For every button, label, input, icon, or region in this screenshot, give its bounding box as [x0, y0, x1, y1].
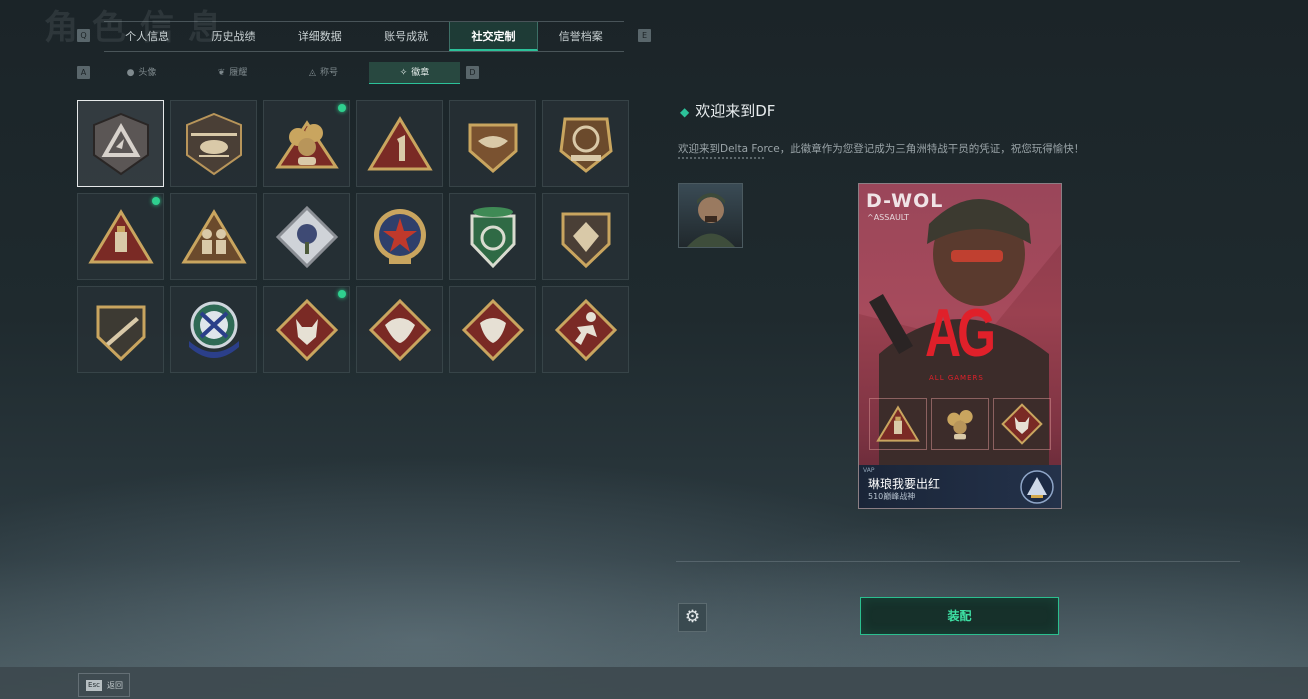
badge-cell-dragon-diamond-2[interactable]	[449, 286, 536, 373]
operator-showcase-card: D-WOL ^ASSAULT AG ALL GAMERS VAP 琳琅我要出红 …	[858, 183, 1062, 509]
gear-icon[interactable]: ⚙	[678, 603, 707, 632]
badge-detail-title-text: 欢迎来到DF	[695, 102, 776, 120]
equip-button[interactable]: 装配	[860, 597, 1059, 635]
wolf-diamond-icon	[1001, 403, 1043, 445]
green-shield-laurel-icon	[470, 207, 516, 269]
player-name: 琳琅我要出红	[868, 477, 941, 491]
operator-class: ^ASSAULT	[867, 213, 910, 222]
prev-subtab-key-hint: A	[77, 66, 90, 79]
subtab-label: 称号	[319, 68, 338, 78]
badge-cell-rifle-shield[interactable]	[77, 286, 164, 373]
equipped-badge-slot-2[interactable]	[931, 398, 989, 450]
back-button[interactable]: Esc 返回	[78, 673, 130, 697]
rifle-shield-icon	[96, 305, 146, 362]
esc-key-hint: Esc	[86, 680, 102, 691]
team-logo-subtitle: ALL GAMERS	[929, 374, 984, 382]
panel-divider	[676, 561, 1240, 562]
tab-detailed-stats[interactable]: 详细数据	[277, 22, 363, 51]
rose-diamond-icon	[275, 205, 339, 269]
tab-social-customization[interactable]: 社交定制	[449, 22, 538, 51]
new-indicator-dot	[338, 104, 346, 112]
badge-cell-green-shield-laurel[interactable]	[449, 193, 536, 280]
dragon-diamond-icon	[368, 298, 432, 362]
badge-cell-dragon-diamond[interactable]	[356, 286, 443, 373]
card-footer: VAP 琳琅我要出红 510巅峰战神	[859, 465, 1061, 508]
badge-cell-crossed-arrows-blue[interactable]	[170, 286, 257, 373]
team-logo: AG	[925, 295, 996, 371]
badge-cell-number-one-triangle[interactable]	[356, 100, 443, 187]
badge-detail-title: ◆ 欢迎来到DF	[680, 100, 775, 121]
back-label: 返回	[107, 681, 123, 690]
delta-force-2026-icon	[559, 117, 613, 173]
tab-match-history[interactable]: 历史战绩	[190, 22, 276, 51]
badge-cell-delta-force-handshake[interactable]	[449, 100, 536, 187]
subtab-label: 履耀	[229, 68, 248, 78]
badge-cell-usb-triangle[interactable]	[77, 193, 164, 280]
subtab-label: 徽章	[411, 68, 430, 78]
badge-cell-gray-triangle-shield[interactable]	[77, 100, 164, 187]
badge-cell-star-medal[interactable]	[356, 193, 443, 280]
operator-avatar[interactable]	[678, 183, 743, 248]
crossed-arrows-blue-icon	[189, 301, 239, 358]
operator-name: D-WOL	[866, 190, 944, 212]
subtab-label: 头像	[138, 68, 157, 78]
equipped-badge-slot-1[interactable]	[869, 398, 927, 450]
user-icon: ●	[126, 68, 135, 78]
subtab-laurel[interactable]: ❦ 履耀	[187, 62, 278, 84]
operator-portrait-icon	[687, 193, 735, 247]
tab-achievements[interactable]: 账号成就	[363, 22, 449, 51]
badge-cell-helicopter-shield[interactable]	[170, 100, 257, 187]
equipped-badge-slot-3[interactable]	[993, 398, 1051, 450]
sub-tabs: ● 头像 ❦ 履耀 ◬ 称号 ✧ 徽章	[96, 62, 460, 84]
prev-tab-key-hint: Q	[77, 29, 90, 42]
diamond-shield-icon	[561, 212, 611, 269]
title-icon: ◬	[309, 68, 316, 78]
badge-icon: ✧	[399, 68, 408, 78]
wolf-diamond-icon	[275, 298, 339, 362]
bottom-bar	[0, 667, 1308, 699]
gold-chain-510-icon	[947, 410, 973, 440]
title-marker-icon: ◆	[680, 105, 690, 119]
subtab-title[interactable]: ◬ 称号	[278, 62, 369, 84]
badge-detail-description: 欢迎来到Delta Force，此徽章作为您登记成为三角洲特战干员的凭证，祝您玩…	[678, 143, 1085, 155]
rank-emblem-icon	[1020, 470, 1054, 504]
new-indicator-dot	[338, 290, 346, 298]
badge-cell-gold-chain-510[interactable]	[263, 100, 350, 187]
new-indicator-dot	[152, 197, 160, 205]
description-divider	[678, 157, 766, 159]
subtab-badge[interactable]: ✧ 徽章	[369, 62, 460, 84]
dragon-diamond-2-icon	[461, 298, 525, 362]
tab-reputation[interactable]: 信誉档案	[538, 22, 624, 51]
main-tabs: 个人信息 历史战绩 详细数据 账号成就 社交定制 信誉档案	[104, 21, 624, 52]
badge-grid	[77, 100, 632, 373]
usb-triangle-icon	[88, 209, 154, 264]
next-subtab-key-hint: D	[466, 66, 479, 79]
subtab-avatar[interactable]: ● 头像	[96, 62, 187, 84]
gray-triangle-shield-icon	[93, 112, 149, 176]
badge-cell-wolf-diamond[interactable]	[263, 286, 350, 373]
soldiers-triangle-icon	[181, 209, 247, 264]
badge-cell-rose-diamond[interactable]	[263, 193, 350, 280]
badge-cell-diamond-shield[interactable]	[542, 193, 629, 280]
gold-chain-510-icon	[275, 120, 339, 169]
tab-personal-info[interactable]: 个人信息	[104, 22, 190, 51]
star-medal-icon	[374, 209, 426, 264]
badge-cell-runner-diamond[interactable]	[542, 286, 629, 373]
next-tab-key-hint: E	[638, 29, 651, 42]
number-one-triangle-icon	[367, 116, 433, 171]
badge-cell-soldiers-triangle[interactable]	[170, 193, 257, 280]
badge-cell-delta-force-2026[interactable]	[542, 100, 629, 187]
runner-diamond-icon	[554, 298, 618, 362]
laurel-icon: ❦	[217, 68, 226, 78]
usb-triangle-icon	[876, 405, 920, 442]
player-rank: 510巅峰战神	[868, 492, 916, 501]
card-footer-tag: VAP	[863, 467, 875, 474]
helicopter-shield-icon	[186, 112, 242, 176]
delta-force-handshake-icon	[468, 123, 518, 173]
